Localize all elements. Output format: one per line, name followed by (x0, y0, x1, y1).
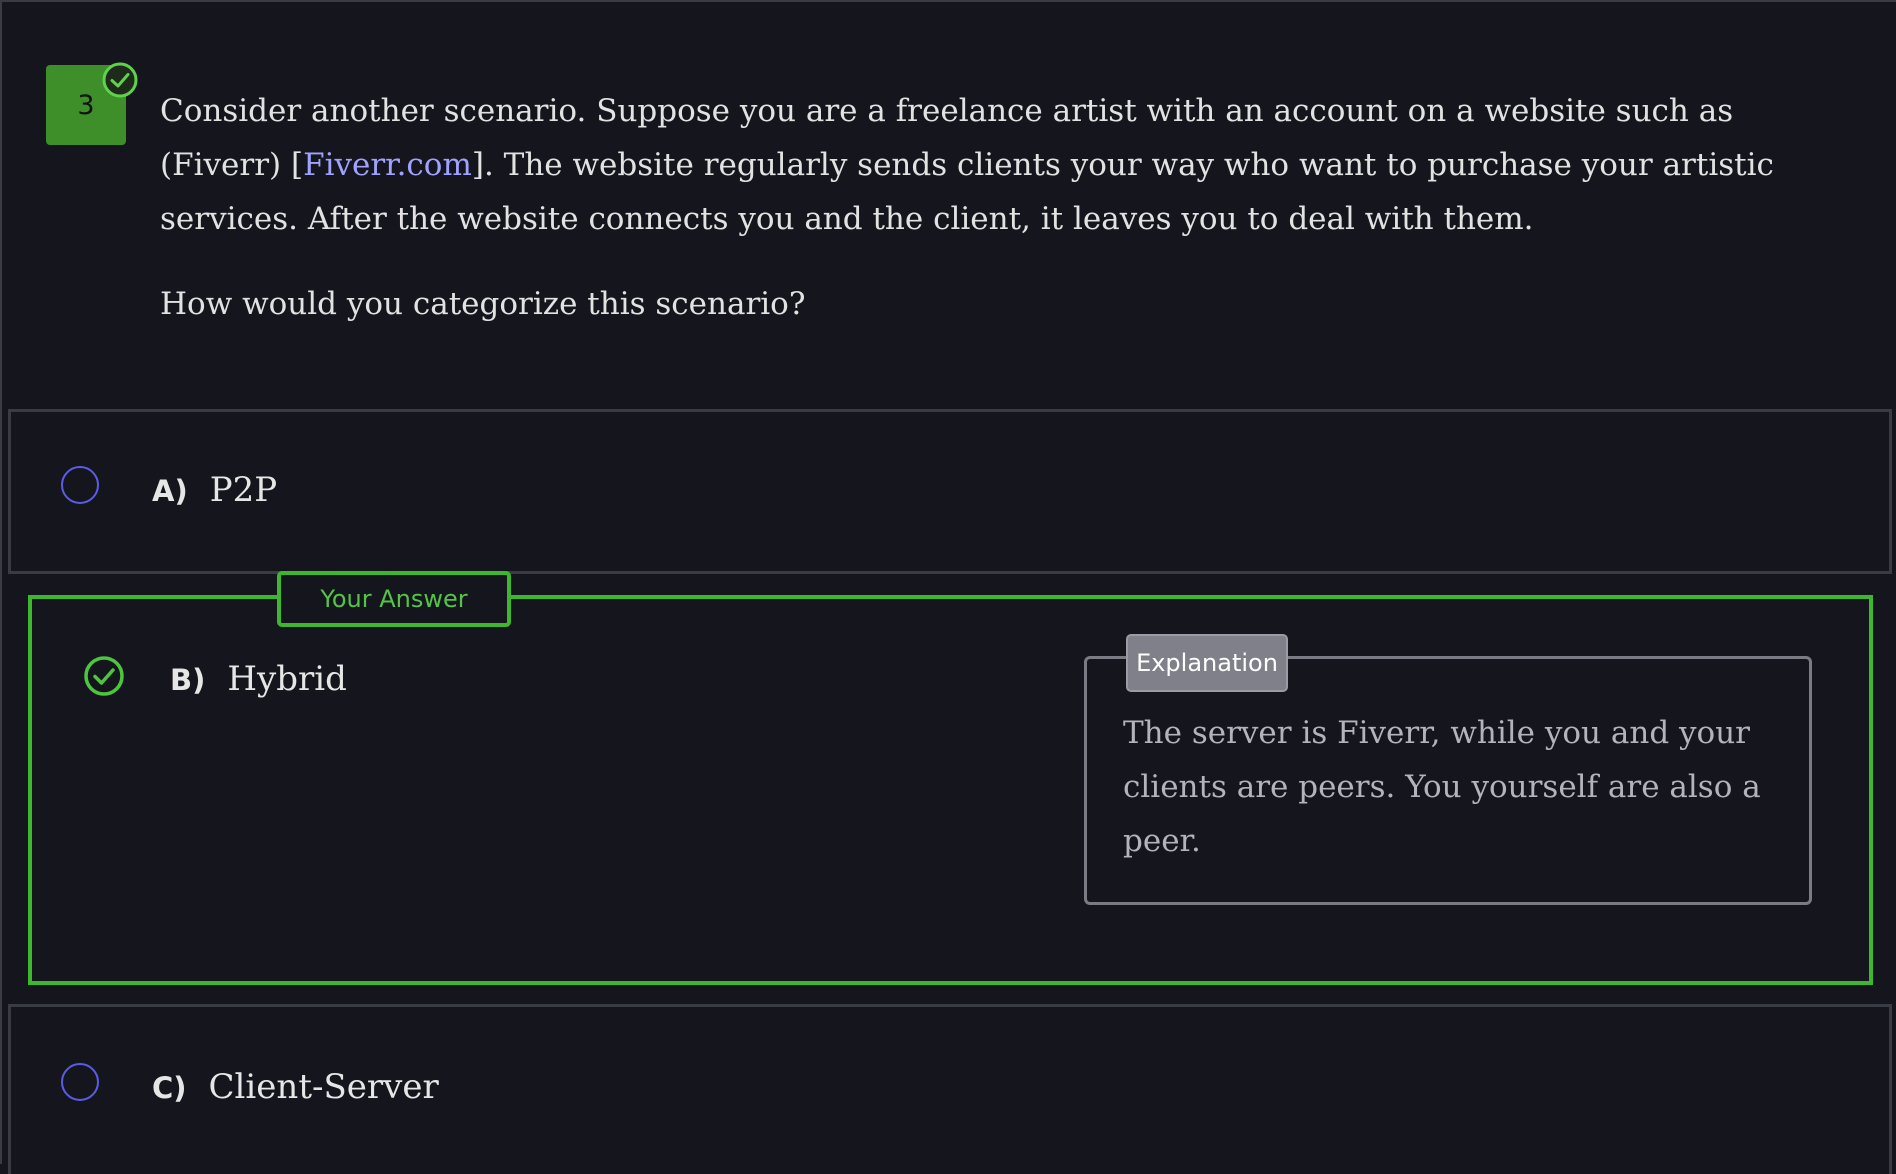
selected-check-icon[interactable] (82, 654, 126, 698)
explanation-box: The server is Fiverr, while you and your… (1084, 656, 1812, 905)
option-b-label: B) Hybrid (170, 659, 347, 699)
option-a-letter: A) (152, 474, 188, 508)
explanation-text: The server is Fiverr, while you and your… (1123, 715, 1761, 859)
option-a-text: P2P (209, 470, 278, 510)
option-a[interactable]: A) P2P (8, 409, 1892, 574)
quiz-question-card: 3 Consider another scenario. Suppose you… (0, 0, 1896, 1174)
option-c[interactable]: C) Client-Server (8, 1004, 1892, 1174)
question-scenario: Consider another scenario. Suppose you a… (160, 84, 1850, 246)
fiverr-link[interactable]: Fiverr.com (303, 147, 472, 183)
question-number: 3 (77, 89, 95, 121)
explanation-tag: Explanation (1126, 634, 1288, 692)
option-c-text: Client-Server (208, 1067, 439, 1107)
question-prompt: How would you categorize this scenario? (160, 286, 806, 322)
option-c-radio[interactable] (61, 1063, 99, 1101)
question-text: Consider another scenario. Suppose you a… (160, 84, 1850, 331)
option-c-letter: C) (152, 1071, 187, 1105)
question-block: 3 Consider another scenario. Suppose you… (2, 2, 1896, 408)
option-b-letter: B) (170, 663, 206, 697)
option-c-label: C) Client-Server (152, 1067, 439, 1107)
answered-check-icon (102, 62, 138, 98)
option-a-radio[interactable] (61, 466, 99, 504)
option-a-label: A) P2P (152, 470, 277, 510)
option-b-text: Hybrid (227, 659, 347, 699)
your-answer-badge: Your Answer (277, 571, 511, 627)
